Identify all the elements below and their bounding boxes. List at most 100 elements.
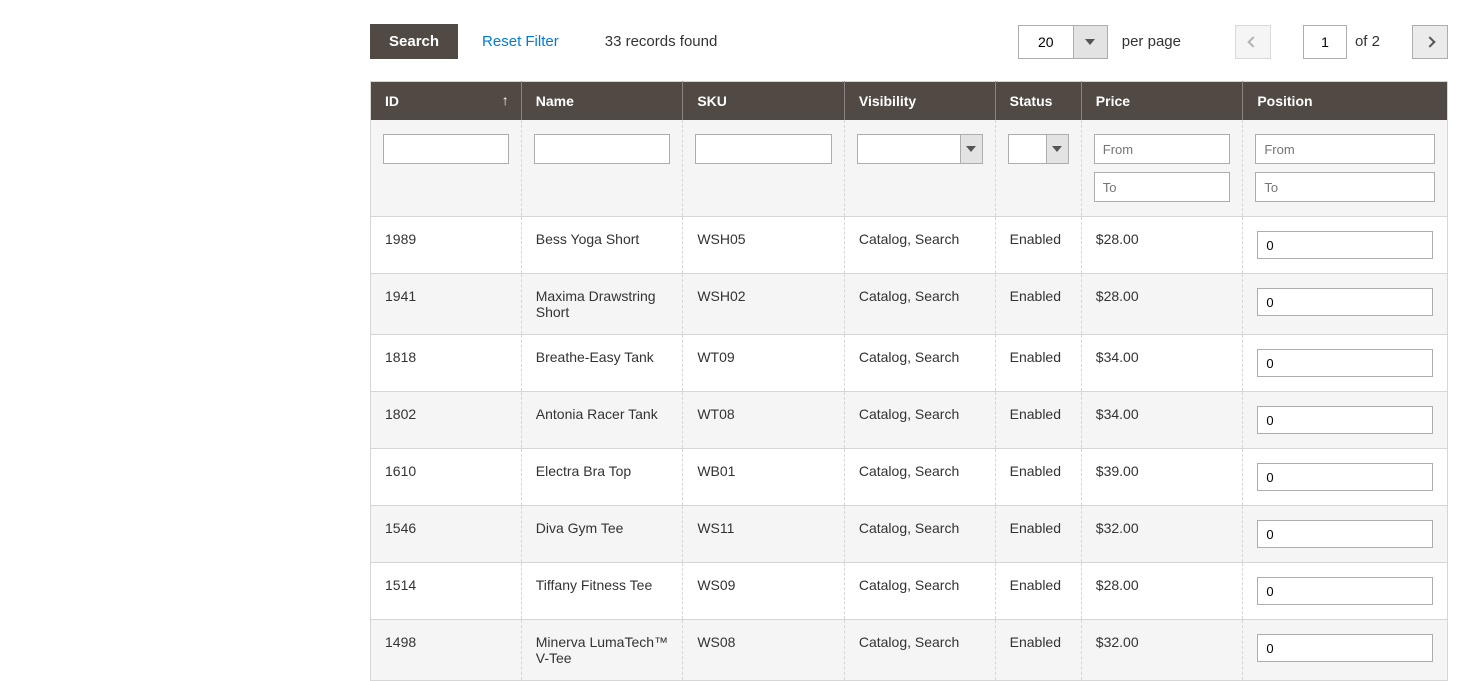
cell-status: Enabled <box>995 620 1081 681</box>
product-grid: ID ↑ Name SKU Visibility Status Price Po… <box>370 81 1448 681</box>
cell-name: Breathe-Easy Tank <box>521 335 683 392</box>
table-row[interactable]: 1941 Maxima Drawstring Short WSH02 Catal… <box>371 274 1448 335</box>
cell-id: 1514 <box>371 563 522 620</box>
cell-name: Antonia Racer Tank <box>521 392 683 449</box>
page-size-dropdown-button[interactable] <box>1074 25 1108 59</box>
chevron-down-icon <box>966 146 976 152</box>
cell-status: Enabled <box>995 335 1081 392</box>
chevron-right-icon <box>1424 36 1435 47</box>
column-header-price[interactable]: Price <box>1081 82 1243 121</box>
chevron-left-icon <box>1247 36 1258 47</box>
cell-name: Minerva LumaTech™ V-Tee <box>521 620 683 681</box>
column-header-name[interactable]: Name <box>521 82 683 121</box>
current-page-input[interactable] <box>1303 25 1347 59</box>
position-input[interactable] <box>1257 349 1433 377</box>
chevron-down-icon <box>1085 39 1095 45</box>
cell-visibility: Catalog, Search <box>844 335 995 392</box>
cell-price: $28.00 <box>1081 563 1243 620</box>
page-total-label: of 2 <box>1355 33 1380 50</box>
column-header-label: Status <box>1010 93 1053 109</box>
position-input[interactable] <box>1257 520 1433 548</box>
cell-sku: WS09 <box>683 563 845 620</box>
prev-page-button[interactable] <box>1235 25 1271 59</box>
cell-visibility: Catalog, Search <box>844 620 995 681</box>
cell-status: Enabled <box>995 563 1081 620</box>
column-header-position[interactable]: Position <box>1243 82 1448 121</box>
filter-position-from-input[interactable] <box>1255 134 1435 164</box>
cell-price: $28.00 <box>1081 274 1243 335</box>
table-row[interactable]: 1514 Tiffany Fitness Tee WS09 Catalog, S… <box>371 563 1448 620</box>
next-page-button[interactable] <box>1412 25 1448 59</box>
cell-name: Diva Gym Tee <box>521 506 683 563</box>
cell-id: 1498 <box>371 620 522 681</box>
filter-name-input[interactable] <box>534 134 671 164</box>
reset-filter-link[interactable]: Reset Filter <box>482 33 559 50</box>
column-header-status[interactable]: Status <box>995 82 1081 121</box>
cell-price: $32.00 <box>1081 620 1243 681</box>
filter-status-select[interactable] <box>1008 134 1069 164</box>
cell-status: Enabled <box>995 449 1081 506</box>
select-toggle-button[interactable] <box>1046 135 1068 163</box>
cell-price: $39.00 <box>1081 449 1243 506</box>
column-header-id[interactable]: ID ↑ <box>371 82 522 121</box>
column-header-label: Visibility <box>859 93 916 109</box>
cell-sku: WB01 <box>683 449 845 506</box>
cell-visibility: Catalog, Search <box>844 449 995 506</box>
cell-id: 1546 <box>371 506 522 563</box>
table-row[interactable]: 1498 Minerva LumaTech™ V-Tee WS08 Catalo… <box>371 620 1448 681</box>
position-input[interactable] <box>1257 463 1433 491</box>
filter-price-from-input[interactable] <box>1094 134 1231 164</box>
column-header-label: ID <box>385 93 399 109</box>
position-input[interactable] <box>1257 634 1433 662</box>
cell-name: Tiffany Fitness Tee <box>521 563 683 620</box>
table-row[interactable]: 1610 Electra Bra Top WB01 Catalog, Searc… <box>371 449 1448 506</box>
column-header-label: Name <box>536 93 574 109</box>
cell-price: $28.00 <box>1081 217 1243 274</box>
cell-id: 1802 <box>371 392 522 449</box>
page-size-input[interactable] <box>1018 25 1074 59</box>
cell-name: Electra Bra Top <box>521 449 683 506</box>
cell-sku: WSH05 <box>683 217 845 274</box>
cell-visibility: Catalog, Search <box>844 506 995 563</box>
table-row[interactable]: 1818 Breathe-Easy Tank WT09 Catalog, Sea… <box>371 335 1448 392</box>
table-row[interactable]: 1989 Bess Yoga Short WSH05 Catalog, Sear… <box>371 217 1448 274</box>
filter-sku-input[interactable] <box>695 134 832 164</box>
filter-visibility-select[interactable] <box>857 134 983 164</box>
cell-status: Enabled <box>995 392 1081 449</box>
records-found-label: 33 records found <box>605 33 718 50</box>
table-row[interactable]: 1546 Diva Gym Tee WS11 Catalog, Search E… <box>371 506 1448 563</box>
cell-name: Maxima Drawstring Short <box>521 274 683 335</box>
column-header-sku[interactable]: SKU <box>683 82 845 121</box>
select-toggle-button[interactable] <box>960 135 982 163</box>
filter-id-input[interactable] <box>383 134 509 164</box>
cell-id: 1818 <box>371 335 522 392</box>
search-button[interactable]: Search <box>370 24 458 59</box>
cell-visibility: Catalog, Search <box>844 563 995 620</box>
cell-sku: WS11 <box>683 506 845 563</box>
cell-visibility: Catalog, Search <box>844 392 995 449</box>
sort-asc-icon: ↑ <box>502 92 509 108</box>
cell-sku: WT09 <box>683 335 845 392</box>
per-page-label: per page <box>1122 33 1181 50</box>
cell-sku: WSH02 <box>683 274 845 335</box>
cell-name: Bess Yoga Short <box>521 217 683 274</box>
position-input[interactable] <box>1257 577 1433 605</box>
column-header-visibility[interactable]: Visibility <box>844 82 995 121</box>
column-header-label: SKU <box>697 93 727 109</box>
cell-sku: WT08 <box>683 392 845 449</box>
cell-id: 1989 <box>371 217 522 274</box>
cell-id: 1941 <box>371 274 522 335</box>
cell-sku: WS08 <box>683 620 845 681</box>
cell-id: 1610 <box>371 449 522 506</box>
cell-status: Enabled <box>995 217 1081 274</box>
cell-status: Enabled <box>995 506 1081 563</box>
table-row[interactable]: 1802 Antonia Racer Tank WT08 Catalog, Se… <box>371 392 1448 449</box>
position-input[interactable] <box>1257 231 1433 259</box>
position-input[interactable] <box>1257 406 1433 434</box>
cell-visibility: Catalog, Search <box>844 274 995 335</box>
position-input[interactable] <box>1257 288 1433 316</box>
cell-price: $34.00 <box>1081 335 1243 392</box>
cell-visibility: Catalog, Search <box>844 217 995 274</box>
filter-position-to-input[interactable] <box>1255 172 1435 202</box>
filter-price-to-input[interactable] <box>1094 172 1231 202</box>
